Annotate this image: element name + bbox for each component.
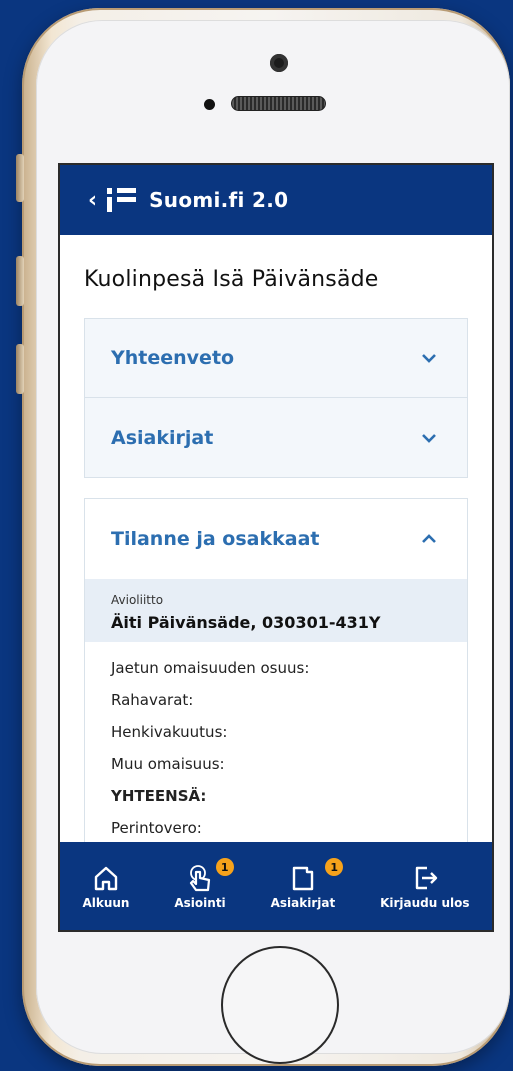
chevron-left-icon[interactable]: ‹	[88, 188, 97, 213]
volume-down-button	[16, 344, 24, 394]
home-button[interactable]	[221, 946, 339, 1064]
front-camera	[270, 54, 288, 72]
row-perintovero: Perintovero:	[111, 819, 202, 837]
panel-header[interactable]: Tilanne ja osakkaat	[85, 499, 467, 579]
nav-label: Asiakirjat	[270, 896, 336, 910]
volume-up-button	[16, 256, 24, 306]
accordion-yhteenveto[interactable]: Yhteenveto	[84, 318, 468, 398]
accordion-asiakirjat[interactable]: Asiakirjat	[84, 398, 468, 478]
chevron-up-icon	[422, 534, 436, 543]
spouse-name: Äiti Päivänsäde, 030301-431Y	[111, 613, 381, 632]
info-label: Avioliitto	[111, 593, 164, 607]
home-icon	[94, 866, 118, 891]
page-title: Kuolinpesä Isä Päivänsäde	[84, 267, 379, 292]
nav-item-asiointi[interactable]: 1 Asiointi	[174, 858, 234, 910]
earpiece-speaker	[231, 96, 326, 111]
proximity-sensor	[204, 99, 215, 110]
nav-label: Asiointi	[174, 896, 226, 910]
accordion-label: Asiakirjat	[111, 426, 214, 449]
estate-rows: Jaetun omaisuuden osuus: Rahavarat: Henk…	[85, 642, 467, 844]
mute-switch	[16, 154, 24, 202]
nav-label: Kirjaudu ulos	[380, 896, 470, 910]
suomi-logo-icon	[107, 185, 137, 215]
row-henkivakuutus: Henkivakuutus:	[111, 723, 228, 741]
row-muu-omaisuus: Muu omaisuus:	[111, 755, 225, 773]
row-jaetun-omaisuuden-osuus: Jaetun omaisuuden osuus:	[111, 659, 310, 677]
touch-hand-icon	[189, 865, 211, 892]
notification-badge: 1	[215, 858, 234, 876]
marriage-info-box: Avioliitto Äiti Päivänsäde, 030301-431Y	[85, 579, 467, 642]
nav-item-kirjaudu-ulos[interactable]: Kirjaudu ulos	[380, 862, 470, 910]
notification-badge: 1	[325, 858, 344, 876]
accordion-label: Tilanne ja osakkaat	[111, 528, 320, 550]
accordion-tilanne-ja-osakkaat: Tilanne ja osakkaat Avioliitto Äiti Päiv…	[84, 498, 468, 845]
chevron-down-icon	[422, 433, 436, 443]
brand-title[interactable]: Suomi.fi 2.0	[149, 188, 288, 212]
main-content: Kuolinpesä Isä Päivänsäde Yhteenveto Asi…	[60, 267, 492, 845]
nav-item-alkuun[interactable]: Alkuun	[82, 862, 129, 910]
phone-screen: ‹ Suomi.fi 2.0 Kuolinpesä Isä Päivänsäde…	[58, 163, 494, 932]
logout-icon	[415, 866, 438, 890]
row-rahavarat: Rahavarat:	[111, 691, 194, 709]
nav-item-asiakirjat[interactable]: 1 Asiakirjat	[270, 858, 344, 910]
top-bar: ‹ Suomi.fi 2.0	[60, 165, 492, 235]
accordion-label: Yhteenveto	[111, 347, 235, 369]
bottom-nav: Alkuun 1 Asiointi 1 Asiakirjat Kirjaudu …	[60, 842, 492, 930]
row-yhteensa: YHTEENSÄ:	[111, 787, 207, 805]
nav-label: Alkuun	[82, 896, 130, 910]
document-icon	[292, 866, 314, 891]
chevron-down-icon	[422, 354, 436, 363]
